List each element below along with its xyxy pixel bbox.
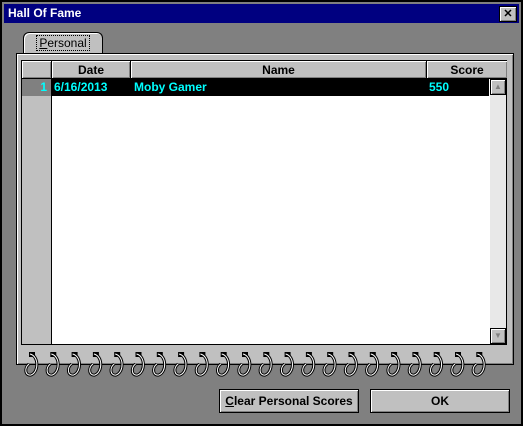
spiral-ring xyxy=(237,352,252,377)
clear-personal-scores-button[interactable]: Clear Personal Scores xyxy=(219,389,359,413)
column-header-name[interactable]: Name xyxy=(131,61,427,79)
spiral-ring xyxy=(429,352,444,377)
table-row[interactable]: 6/16/2013 Moby Gamer 550 xyxy=(52,79,489,96)
spiral-ring xyxy=(109,352,124,377)
spiral-ring xyxy=(322,352,337,377)
spiral-ring xyxy=(343,352,358,377)
clear-button-mnemonic: C xyxy=(225,394,234,408)
spiral-ring xyxy=(24,352,39,377)
tab-panel: Date Name Score 1 6/16/2013 Moby Gamer 5… xyxy=(16,53,514,365)
spiral-ring xyxy=(365,352,380,377)
header-corner xyxy=(22,61,52,79)
spiral-ring xyxy=(152,352,167,377)
cell-name: Moby Gamer xyxy=(134,80,207,94)
spiral-ring xyxy=(88,352,103,377)
spiral-ring xyxy=(301,352,316,377)
column-header-date[interactable]: Date xyxy=(52,61,131,79)
row-number[interactable]: 1 xyxy=(22,79,51,96)
row-number-gutter: 1 xyxy=(22,79,52,344)
ok-button[interactable]: OK xyxy=(370,389,510,413)
spiral-ring xyxy=(279,352,294,377)
spiral-ring xyxy=(407,352,422,377)
column-header-score[interactable]: Score xyxy=(427,61,507,79)
spiral-ring xyxy=(173,352,188,377)
cell-score: 550 xyxy=(429,80,450,94)
spiral-ring xyxy=(194,352,209,377)
spiral-ring xyxy=(45,352,60,377)
tab-personal[interactable]: Personal xyxy=(23,32,103,55)
title-bar[interactable]: Hall Of Fame ✕ xyxy=(4,4,519,23)
scroll-up-arrow-icon[interactable]: ▲ xyxy=(490,79,506,95)
window-title: Hall Of Fame xyxy=(8,6,82,20)
hall-of-fame-dialog: Hall Of Fame ✕ Personal Date Name Score … xyxy=(0,0,523,426)
spiral-binding-icon xyxy=(24,352,486,377)
scores-table: Date Name Score 1 6/16/2013 Moby Gamer 5… xyxy=(21,60,507,345)
vertical-scrollbar[interactable]: ▲ ▼ xyxy=(490,79,506,344)
cell-date: 6/16/2013 xyxy=(54,80,108,94)
tab-personal-rest: ersonal xyxy=(47,36,87,50)
spiral-ring xyxy=(471,352,486,377)
close-button[interactable]: ✕ xyxy=(499,6,517,22)
spiral-ring xyxy=(66,352,81,377)
spiral-ring xyxy=(130,352,145,377)
clear-button-rest: lear Personal Scores xyxy=(233,394,353,408)
spiral-ring xyxy=(216,352,231,377)
spiral-ring xyxy=(386,352,401,377)
scroll-down-arrow-icon[interactable]: ▼ xyxy=(490,328,506,344)
spiral-ring xyxy=(258,352,273,377)
tab-personal-label: Personal xyxy=(24,35,102,51)
spiral-ring xyxy=(450,352,465,377)
